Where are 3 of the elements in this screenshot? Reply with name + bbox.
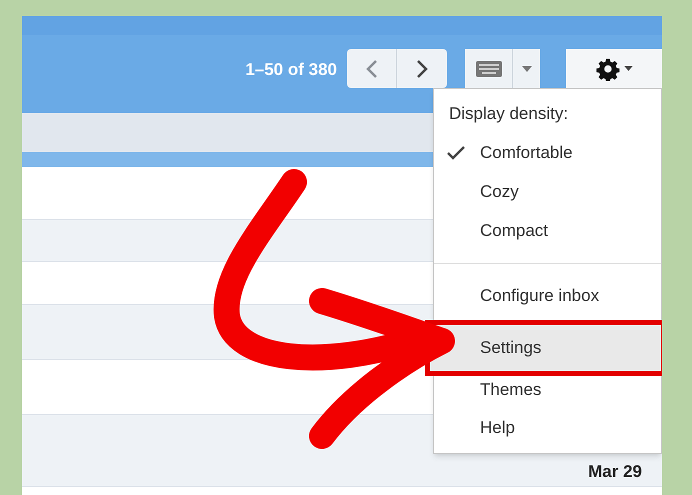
pagination-text: 1–50 of 380 (245, 59, 337, 81)
email-date: Mar 29 (588, 460, 642, 482)
menu-heading: Display density: (448, 103, 570, 126)
